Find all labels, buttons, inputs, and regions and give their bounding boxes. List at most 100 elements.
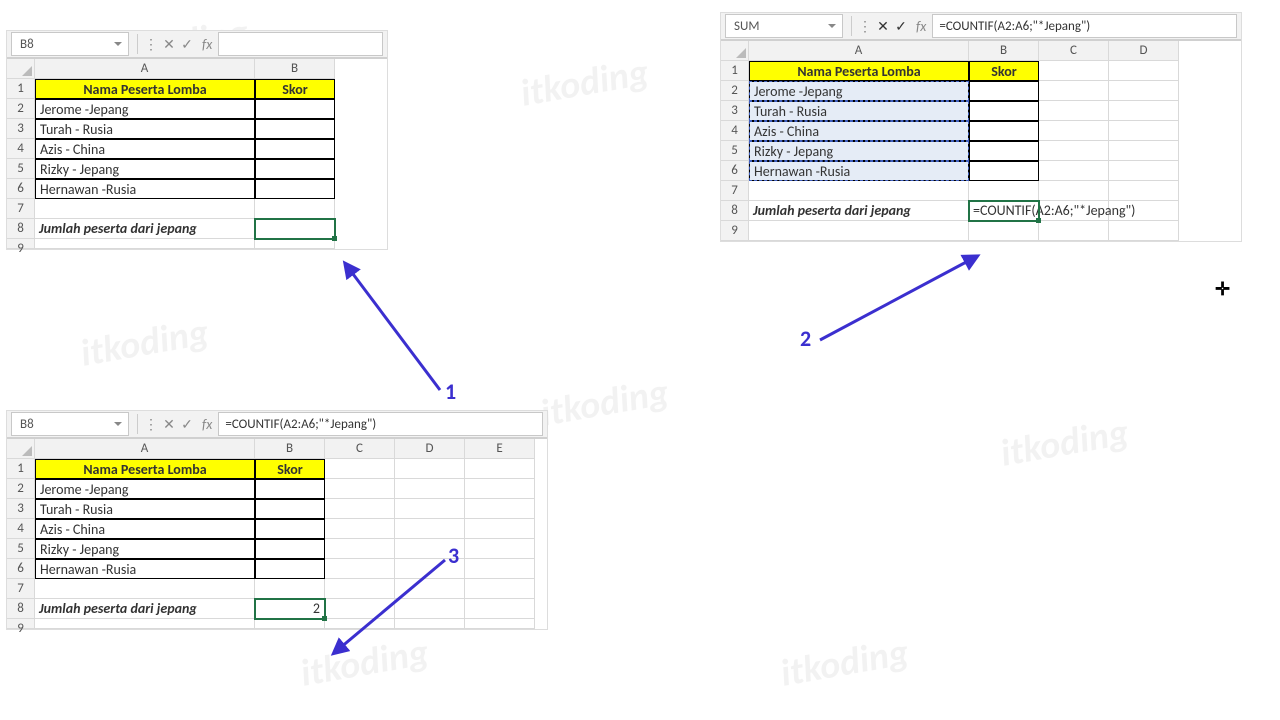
cell-A3[interactable]: Turah - Rusia [35, 119, 255, 139]
row-header[interactable]: 3 [7, 499, 35, 519]
cell-C1[interactable] [325, 459, 395, 479]
cell-A5[interactable]: Rizky - Jepang [35, 159, 255, 179]
cell-B3[interactable] [969, 101, 1039, 121]
cell-A2[interactable]: Jerome -Jepang [35, 99, 255, 119]
cell-E8[interactable] [465, 599, 535, 619]
cell-A8[interactable]: Jumlah peserta dari jepang [35, 219, 255, 239]
cell-A5[interactable]: Rizky - Jepang [35, 539, 255, 559]
cell-D2[interactable] [395, 479, 465, 499]
cell-D1[interactable] [395, 459, 465, 479]
col-header-A[interactable]: A [35, 59, 255, 79]
row-header[interactable]: 5 [7, 539, 35, 559]
row-header[interactable]: 6 [721, 161, 749, 181]
cell-A8[interactable]: Jumlah peserta dari jepang [35, 599, 255, 619]
cell-E6[interactable] [465, 559, 535, 579]
cell-C5[interactable] [325, 539, 395, 559]
formula-input[interactable]: =COUNTIF(A2:A6;"*Jepang") [932, 14, 1237, 38]
name-box[interactable]: B8 [11, 32, 129, 56]
row-header[interactable]: 7 [7, 579, 35, 599]
select-all-corner[interactable] [7, 439, 35, 459]
cell-B1[interactable]: Skor [969, 61, 1039, 81]
row-header[interactable]: 9 [7, 619, 35, 629]
col-header-B[interactable]: B [969, 41, 1039, 61]
cell-D9[interactable] [1109, 221, 1179, 241]
select-all-corner[interactable] [7, 59, 35, 79]
cell-E5[interactable] [465, 539, 535, 559]
row-header[interactable]: 4 [721, 121, 749, 141]
sheet-grid[interactable]: A B 1 Nama Peserta Lomba Skor 2 Jerome -… [7, 58, 387, 249]
cell-C3[interactable] [1039, 101, 1109, 121]
row-header[interactable]: 2 [7, 479, 35, 499]
col-header-D[interactable]: D [395, 439, 465, 459]
cell-E7[interactable] [465, 579, 535, 599]
cell-D4[interactable] [1109, 121, 1179, 141]
cell-B3[interactable] [255, 499, 325, 519]
cell-D5[interactable] [1109, 141, 1179, 161]
cell-B8-selected[interactable] [255, 219, 335, 239]
sheet-grid[interactable]: A B C D 1 Nama Peserta Lomba Skor 2 Jero… [721, 40, 1241, 241]
col-header-C[interactable]: C [1039, 41, 1109, 61]
cell-A8[interactable]: Jumlah peserta dari jepang [749, 201, 969, 221]
cell-B5[interactable] [255, 539, 325, 559]
select-all-corner[interactable] [721, 41, 749, 61]
cell-A9[interactable] [749, 221, 969, 241]
formula-input[interactable] [218, 32, 383, 56]
cell-B6[interactable] [969, 161, 1039, 181]
cell-D1[interactable] [1109, 61, 1179, 81]
cell-B6[interactable] [255, 179, 335, 199]
fx-icon[interactable]: fx [910, 18, 932, 35]
row-header[interactable]: 5 [7, 159, 35, 179]
cell-A9[interactable] [35, 619, 255, 629]
cell-D3[interactable] [395, 499, 465, 519]
row-header[interactable]: 9 [7, 239, 35, 249]
cell-A6[interactable]: Hernawan -Rusia [749, 161, 969, 181]
col-header-A[interactable]: A [35, 439, 255, 459]
cell-C4[interactable] [325, 519, 395, 539]
cell-B5[interactable] [969, 141, 1039, 161]
cell-B8-editing[interactable]: =COUNTIF(A2:A6;"*Jepang") [969, 201, 1039, 221]
cell-B7[interactable] [969, 181, 1039, 201]
cell-C4[interactable] [1039, 121, 1109, 141]
row-header[interactable]: 2 [721, 81, 749, 101]
cell-B8-result[interactable]: 2 [255, 599, 325, 619]
cell-C6[interactable] [1039, 161, 1109, 181]
cell-A6[interactable]: Hernawan -Rusia [35, 559, 255, 579]
cell-A1[interactable]: Nama Peserta Lomba [35, 79, 255, 99]
cell-B9[interactable] [255, 619, 325, 629]
cell-D2[interactable] [1109, 81, 1179, 101]
col-header-C[interactable]: C [325, 439, 395, 459]
cell-C5[interactable] [1039, 141, 1109, 161]
cell-A4[interactable]: Azis - China [35, 139, 255, 159]
cell-A1[interactable]: Nama Peserta Lomba [749, 61, 969, 81]
row-header[interactable]: 3 [721, 101, 749, 121]
row-header[interactable]: 8 [7, 219, 35, 239]
fx-icon[interactable]: fx [196, 36, 218, 53]
cell-A5[interactable]: Rizky - Jepang [749, 141, 969, 161]
cell-A4[interactable]: Azis - China [749, 121, 969, 141]
cell-B9[interactable] [969, 221, 1039, 241]
fx-icon[interactable]: fx [196, 416, 218, 433]
cell-B1[interactable]: Skor [255, 459, 325, 479]
cell-A4[interactable]: Azis - China [35, 519, 255, 539]
row-header[interactable]: 4 [7, 519, 35, 539]
cell-A9[interactable] [35, 239, 255, 249]
cell-E9[interactable] [465, 619, 535, 629]
col-header-B[interactable]: B [255, 59, 335, 79]
cell-A2[interactable]: Jerome -Jepang [35, 479, 255, 499]
row-header[interactable]: 5 [721, 141, 749, 161]
cell-D3[interactable] [1109, 101, 1179, 121]
cell-D4[interactable] [395, 519, 465, 539]
enter-icon[interactable]: ✓ [178, 36, 196, 53]
cell-E4[interactable] [465, 519, 535, 539]
row-header[interactable]: 3 [7, 119, 35, 139]
row-header[interactable]: 7 [721, 181, 749, 201]
col-header-A[interactable]: A [749, 41, 969, 61]
cell-C9[interactable] [1039, 221, 1109, 241]
cell-B9[interactable] [255, 239, 335, 249]
cell-A7[interactable] [35, 579, 255, 599]
cell-C7[interactable] [1039, 181, 1109, 201]
cell-B4[interactable] [255, 519, 325, 539]
cell-B2[interactable] [255, 479, 325, 499]
cell-A7[interactable] [35, 199, 255, 219]
row-header[interactable]: 2 [7, 99, 35, 119]
